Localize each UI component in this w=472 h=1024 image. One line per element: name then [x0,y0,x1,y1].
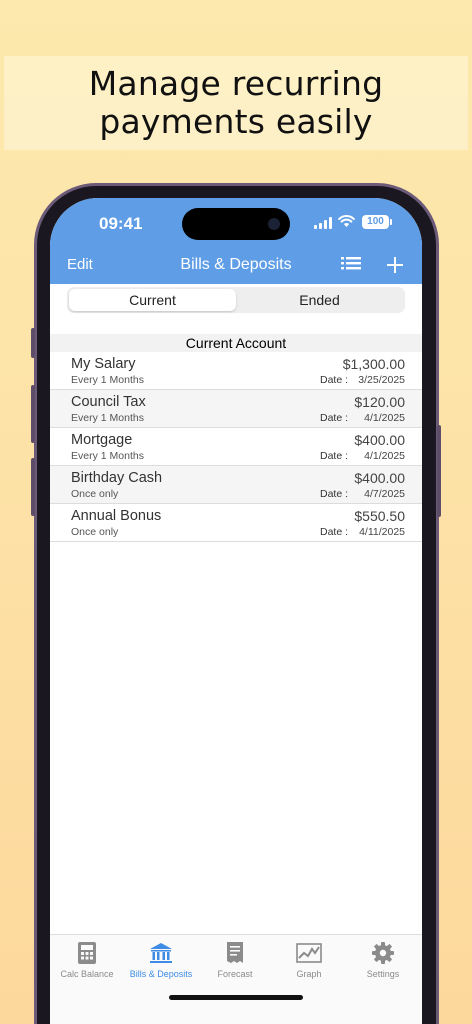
item-frequency: Once only [71,526,119,538]
tab-label: Graph [296,969,322,979]
item-name: Mortgage [71,432,133,448]
list-item[interactable]: My Salary Every 1 Months $1,300.00 Date … [50,352,422,390]
item-amount: $400.00 [354,470,405,486]
item-date: 4/11/2025 [359,526,405,538]
phone-action-button [31,328,35,358]
item-date-label: Date : [320,526,349,538]
phone-power-button [437,425,441,517]
list-item[interactable]: Council Tax Every 1 Months $120.00 Date … [50,390,422,428]
receipt-icon [227,942,243,963]
item-amount: $120.00 [354,394,405,410]
item-name: My Salary [71,356,136,372]
item-date: 4/1/2025 [364,450,405,462]
bank-icon [150,943,172,963]
gear-icon [372,942,394,964]
phone-volume-up-button [31,385,35,443]
calculator-icon [78,942,96,964]
item-frequency: Every 1 Months [71,412,144,424]
battery-icon: 100 [362,215,392,229]
headline-banner: Manage recurring payments easily [4,56,468,150]
section-header: Current Account [50,334,422,352]
item-date: 4/1/2025 [364,412,405,424]
item-date-label: Date : [320,374,349,386]
item-frequency: Every 1 Months [71,374,144,386]
battery-level: 100 [367,216,384,227]
current-ended-segmented-control: Current Ended [67,287,405,313]
tab-label: Forecast [217,969,253,979]
status-bar: 09:41 100 [50,198,422,250]
phone-screen: 09:41 100 Edit Bills & Deposits Current … [50,198,422,1024]
tab-forecast[interactable]: Forecast [198,940,272,979]
item-date-label: Date : [320,488,349,500]
navigation-bar: Edit Bills & Deposits [50,250,422,284]
item-amount: $400.00 [354,432,405,448]
tab-calc-balance[interactable]: Calc Balance [50,940,124,979]
item-name: Annual Bonus [71,508,162,524]
tab-bills-deposits[interactable]: Bills & Deposits [124,940,198,979]
add-icon[interactable] [385,255,405,275]
graph-icon [296,943,322,963]
item-frequency: Every 1 Months [71,450,144,462]
tab-settings[interactable]: Settings [346,940,420,979]
headline-line-1: Manage recurring [88,64,384,103]
segment-ended[interactable]: Ended [236,289,403,311]
bills-list: My Salary Every 1 Months $1,300.00 Date … [50,352,422,542]
cellular-signal-icon [314,217,332,229]
tab-label: Settings [366,969,400,979]
item-date-label: Date : [320,412,349,424]
status-time: 09:41 [99,214,143,233]
tab-bar: Calc Balance Bills & Deposits Forecast G… [50,934,422,1024]
item-date-label: Date : [320,450,349,462]
list-item[interactable]: Mortgage Every 1 Months $400.00 Date : 4… [50,428,422,466]
item-amount: $550.50 [354,508,405,524]
headline-line-2: payments easily [99,102,373,141]
list-item[interactable]: Annual Bonus Once only $550.50 Date : 4/… [50,504,422,542]
segment-current[interactable]: Current [69,289,236,311]
item-frequency: Once only [71,488,119,500]
item-date: 4/7/2025 [364,488,405,500]
list-item[interactable]: Birthday Cash Once only $400.00 Date : 4… [50,466,422,504]
wifi-icon [338,215,355,227]
home-indicator[interactable] [169,995,303,1000]
tab-graph[interactable]: Graph [272,940,346,979]
item-date: 3/25/2025 [358,374,405,386]
dynamic-island [182,208,290,240]
phone-volume-down-button [31,458,35,516]
item-amount: $1,300.00 [342,356,405,372]
tab-label: Calc Balance [60,969,114,979]
tab-label: Bills & Deposits [129,969,193,979]
page-title: Bills & Deposits [180,256,292,273]
item-name: Birthday Cash [71,470,163,486]
camera-icon [268,218,280,230]
list-view-icon[interactable] [340,254,362,274]
item-name: Council Tax [71,394,146,410]
